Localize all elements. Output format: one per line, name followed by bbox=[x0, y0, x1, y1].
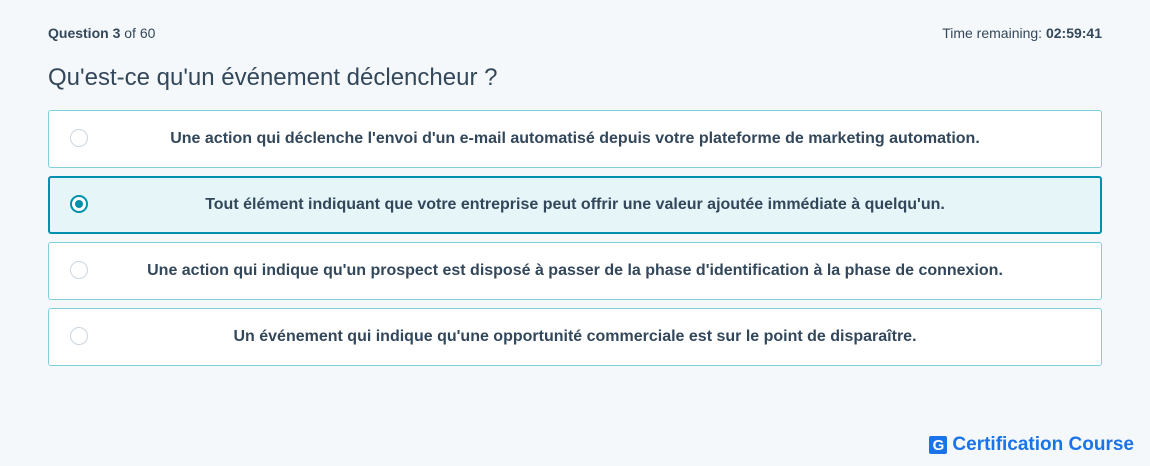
radio-button[interactable] bbox=[70, 327, 88, 345]
answer-option-4[interactable]: Un événement qui indique qu'une opportun… bbox=[48, 308, 1102, 366]
quiz-header: Question 3 of 60 Time remaining: 02:59:4… bbox=[48, 24, 1102, 42]
answer-option-label: Une action qui déclenche l'envoi d'un e-… bbox=[170, 130, 980, 147]
answer-option-label: Un événement qui indique qu'une opportun… bbox=[233, 328, 917, 345]
answer-option-label: Tout élément indiquant que votre entrepr… bbox=[205, 196, 945, 213]
answer-option-3[interactable]: Une action qui indique qu'un prospect es… bbox=[48, 242, 1102, 300]
answer-option-1[interactable]: Une action qui déclenche l'envoi d'un e-… bbox=[48, 110, 1102, 168]
brand-g-icon: G bbox=[929, 436, 948, 454]
question-number: 3 bbox=[112, 25, 121, 41]
timer: Time remaining: 02:59:41 bbox=[942, 25, 1102, 41]
question-counter: Question 3 of 60 bbox=[48, 25, 155, 41]
radio-button[interactable] bbox=[70, 129, 88, 147]
question-total: of 60 bbox=[124, 25, 156, 41]
timer-value: 02:59:41 bbox=[1045, 25, 1102, 41]
answer-option-label: Une action qui indique qu'un prospect es… bbox=[147, 262, 1003, 279]
question-label: Question bbox=[48, 25, 109, 41]
brand-logo: G Certification Course bbox=[929, 434, 1134, 456]
radio-button[interactable] bbox=[70, 195, 88, 213]
timer-label: Time remaining: bbox=[942, 25, 1043, 41]
brand-name: Certification Course bbox=[952, 434, 1134, 455]
answer-option-2[interactable]: Tout élément indiquant que votre entrepr… bbox=[48, 176, 1102, 234]
radio-button[interactable] bbox=[70, 261, 88, 279]
question-title: Qu'est-ce qu'un événement déclencheur ? bbox=[48, 64, 498, 91]
answer-options: Une action qui déclenche l'envoi d'un e-… bbox=[48, 110, 1102, 374]
